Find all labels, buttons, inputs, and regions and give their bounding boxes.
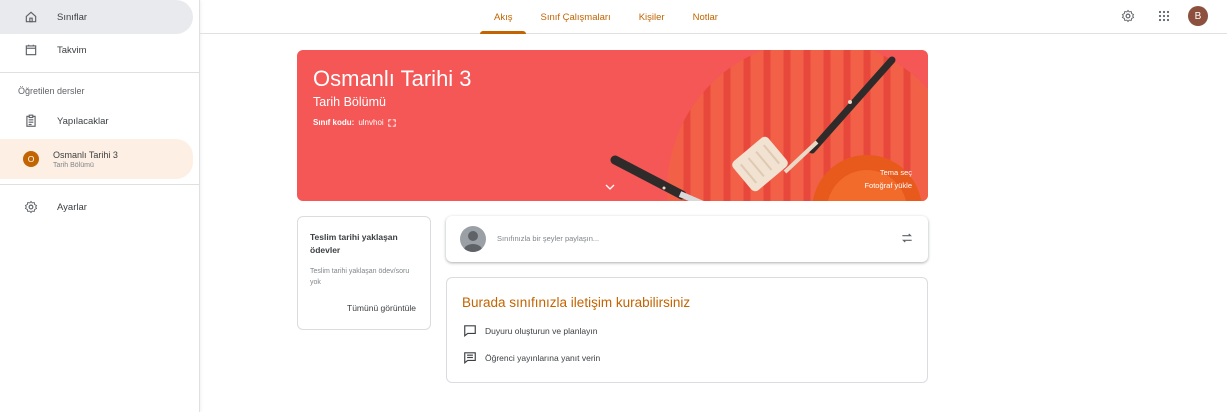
avatar: B bbox=[1188, 6, 1208, 26]
sidebar-item-label: Yapılacaklar bbox=[57, 115, 109, 127]
sidebar-item-classes[interactable]: Sınıflar bbox=[0, 0, 193, 34]
top-bar: Akış Sınıf Çalışmaları Kişiler Notlar B bbox=[200, 0, 1227, 34]
account-button[interactable]: B bbox=[1187, 5, 1209, 27]
class-code-value: ulnvhoi bbox=[358, 118, 384, 127]
upcoming-title: Teslim tarihi yaklaşan ödevler bbox=[310, 232, 398, 255]
info-row-reply: Öğrenci yayınlarına yanıt verin bbox=[463, 351, 600, 364]
share-placeholder: Sınıfınızla bir şeyler paylaşın... bbox=[497, 234, 600, 243]
info-heading: Burada sınıfınızla iletişim kurabilirsin… bbox=[462, 295, 691, 310]
tab-bar: Akış Sınıf Çalışmaları Kişiler Notlar bbox=[480, 0, 732, 34]
gear-icon[interactable] bbox=[1117, 5, 1139, 27]
calendar-icon bbox=[22, 41, 40, 59]
sidebar-section-title: Öğretilen dersler bbox=[18, 86, 85, 96]
tab-people[interactable]: Kişiler bbox=[625, 0, 679, 34]
sidebar-divider bbox=[0, 184, 200, 185]
info-announce-text: Duyuru oluşturun ve planlayın bbox=[485, 325, 598, 336]
class-code: Sınıf kodu: ulnvhoi bbox=[313, 118, 396, 127]
sidebar-item-label: Ayarlar bbox=[57, 201, 87, 213]
tab-classwork[interactable]: Sınıf Çalışmaları bbox=[526, 0, 624, 34]
sidebar-item-settings[interactable]: Ayarlar bbox=[0, 190, 193, 224]
upcoming-card: Teslim tarihi yaklaşan ödevler Teslim ta… bbox=[297, 216, 431, 330]
info-reply-text: Öğrenci yayınlarına yanıt verin bbox=[485, 352, 601, 363]
classroom-app: Sınıflar Takvim Öğretilen dersler Yapıla… bbox=[0, 0, 1227, 412]
class-name: Osmanlı Tarihi 3 bbox=[53, 149, 118, 160]
user-avatar-icon bbox=[460, 226, 486, 252]
sidebar-item-label: Sınıflar bbox=[57, 11, 88, 23]
tab-stream[interactable]: Akış bbox=[480, 0, 527, 34]
sidebar-item-todo[interactable]: Yapılacaklar bbox=[0, 104, 193, 138]
sidebar-divider bbox=[0, 72, 200, 73]
class-banner: Osmanlı Tarihi 3 Tarih Bölümü Sınıf kodu… bbox=[297, 50, 928, 201]
share-box[interactable]: Sınıfınızla bir şeyler paylaşın... bbox=[446, 216, 928, 262]
info-row-announce: Duyuru oluşturun ve planlayın bbox=[463, 324, 597, 337]
tab-grades[interactable]: Notlar bbox=[679, 0, 732, 34]
chat-bubble-icon bbox=[464, 325, 476, 337]
assignment-icon bbox=[22, 112, 40, 130]
sidebar-item-class[interactable]: O Osmanlı Tarihi 3 Tarih Bölümü bbox=[0, 139, 193, 179]
view-all-link[interactable]: Tümünü görüntüle bbox=[347, 303, 416, 313]
top-icons: B bbox=[1111, 5, 1209, 27]
class-subtitle: Tarih Bölümü bbox=[313, 95, 386, 109]
info-card: Burada sınıfınızla iletişim kurabilirsin… bbox=[446, 277, 928, 383]
fullscreen-icon[interactable] bbox=[388, 118, 396, 127]
chevron-down-icon[interactable] bbox=[605, 178, 615, 196]
gear-icon bbox=[22, 198, 40, 216]
sidebar-item-label: Takvim bbox=[57, 44, 87, 56]
class-section: Tarih Bölümü bbox=[53, 161, 94, 169]
sidebar: Sınıflar Takvim Öğretilen dersler Yapıla… bbox=[0, 0, 200, 412]
class-avatar: O bbox=[23, 151, 39, 167]
message-list-icon bbox=[464, 352, 476, 364]
class-code-label: Sınıf kodu: bbox=[313, 118, 355, 127]
repost-icon[interactable] bbox=[900, 231, 914, 250]
class-text: Osmanlı Tarihi 3 Tarih Bölümü bbox=[53, 150, 118, 169]
select-theme-link[interactable]: Tema seç bbox=[880, 168, 912, 177]
home-icon bbox=[22, 8, 40, 26]
class-title: Osmanlı Tarihi 3 bbox=[313, 66, 472, 91]
apps-grid-icon[interactable] bbox=[1153, 5, 1175, 27]
upcoming-empty-text: Teslim tarihi yaklaşan ödev/soru yok bbox=[310, 268, 410, 286]
sidebar-item-calendar[interactable]: Takvim bbox=[0, 33, 193, 67]
upload-photo-link[interactable]: Fotoğraf yükle bbox=[864, 181, 912, 190]
